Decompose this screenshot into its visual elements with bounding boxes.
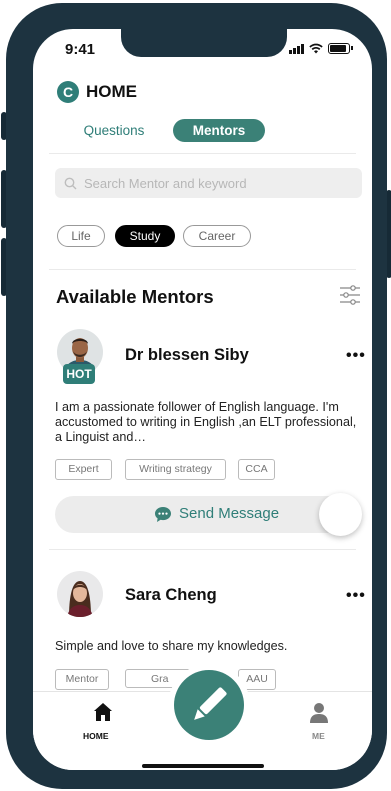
- tab-mentors[interactable]: Mentors: [173, 119, 265, 142]
- mentor-bio: Simple and love to share my knowledges.: [55, 639, 288, 653]
- divider: [49, 549, 356, 550]
- mentor-tag: Writing strategy: [125, 459, 226, 480]
- avatar[interactable]: [57, 571, 103, 617]
- more-dots-icon[interactable]: •••: [346, 347, 366, 365]
- mentor-tag: CCA: [238, 459, 275, 480]
- status-icons: [289, 43, 353, 54]
- phone-frame: 9:41 C HOME Questions Mentors Search Men…: [6, 3, 387, 789]
- tab-home[interactable]: [89, 702, 117, 727]
- signal-icon: [289, 43, 304, 54]
- filter-chip-life[interactable]: Life: [57, 225, 105, 247]
- notch: [121, 29, 287, 57]
- search-placeholder: Search Mentor and keyword: [84, 175, 247, 191]
- divider: [49, 269, 356, 270]
- screen: 9:41 C HOME Questions Mentors Search Men…: [33, 29, 372, 770]
- home-indicator: [142, 764, 264, 768]
- send-message-label: Send Message: [179, 505, 280, 522]
- compose-button[interactable]: [174, 670, 244, 740]
- filter-chip-study[interactable]: Study: [115, 225, 175, 247]
- search-input[interactable]: Search Mentor and keyword: [55, 168, 362, 198]
- mentor-bio: I am a passionate follower of English la…: [55, 400, 357, 444]
- wifi-icon: [309, 43, 323, 54]
- filter-chip-career[interactable]: Career: [183, 225, 251, 247]
- slider-knob[interactable]: [319, 493, 362, 536]
- segmented-control: Questions Mentors: [67, 119, 267, 142]
- tab-questions[interactable]: Questions: [67, 119, 161, 142]
- page-title: HOME: [86, 82, 137, 101]
- tab-home-label: HOME: [83, 731, 109, 741]
- search-icon: [64, 177, 77, 189]
- person-icon: [310, 703, 328, 723]
- section-title: Available Mentors: [56, 286, 214, 307]
- mentor-name[interactable]: Dr blessen Siby: [125, 346, 249, 365]
- mentor-tag: Expert: [55, 459, 112, 480]
- divider: [49, 153, 356, 154]
- mentor-photo: [57, 571, 103, 617]
- chat-bubble-icon: [155, 507, 171, 522]
- status-time: 9:41: [65, 41, 96, 58]
- more-dots-icon[interactable]: •••: [346, 587, 366, 605]
- mentor-tag: Mentor: [55, 669, 109, 690]
- home-icon: [94, 703, 112, 721]
- sliders-icon[interactable]: [339, 285, 361, 305]
- app-logo: C: [57, 81, 79, 103]
- battery-icon: [328, 43, 353, 54]
- send-message-button[interactable]: Send Message: [55, 493, 362, 536]
- tab-me[interactable]: [309, 702, 329, 729]
- tab-me-label: ME: [312, 731, 325, 741]
- mentor-name[interactable]: Sara Cheng: [125, 586, 217, 605]
- hot-badge: HOT: [63, 364, 95, 384]
- pencil-icon: [194, 687, 227, 720]
